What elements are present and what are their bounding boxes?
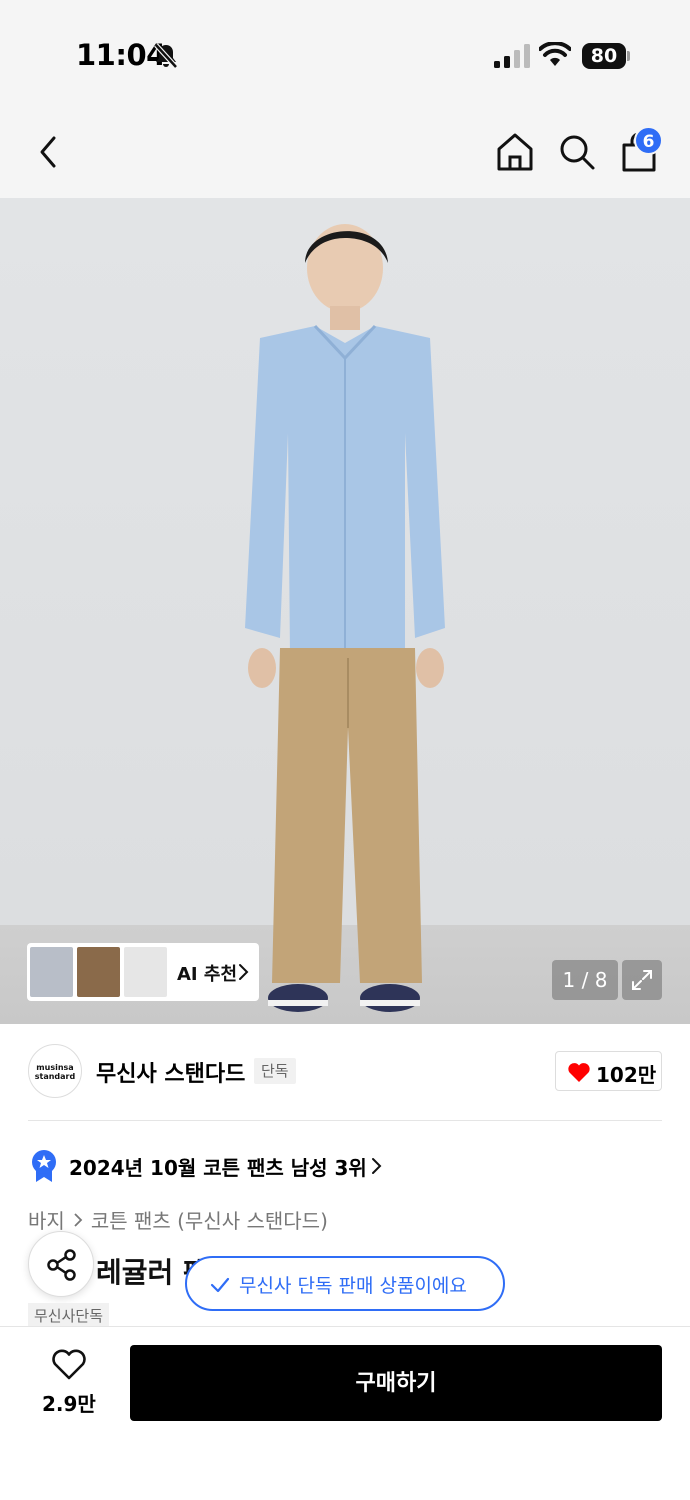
brand-exclusive-tag: 단독 — [254, 1058, 296, 1084]
ai-thumbnail-2 — [77, 947, 120, 997]
battery-tip — [627, 51, 630, 61]
wifi-icon — [539, 42, 571, 66]
ai-recommend-label: AI 추천 — [177, 964, 238, 985]
brand-name[interactable]: 무신사 스탠다드 — [96, 1056, 245, 1088]
exclusive-tag: 무신사단독 — [28, 1303, 110, 1327]
share-icon — [47, 1249, 76, 1281]
ai-recommend-chip[interactable]: AI 추천 — [27, 943, 259, 1001]
exclusive-toast: 무신사 단독 판매 상품이에요 — [185, 1256, 505, 1311]
chevron-right-icon — [74, 1213, 83, 1227]
share-button[interactable] — [28, 1231, 94, 1297]
bell-muted-icon — [154, 43, 178, 69]
back-chevron-icon[interactable] — [34, 134, 64, 170]
breadcrumb: 바지 코튼 팬츠 (무신사 스탠다드) — [28, 1205, 328, 1234]
expand-icon — [632, 970, 652, 990]
cart-count-badge: 6 — [634, 126, 663, 155]
brand-like-count: 102만 — [596, 1063, 657, 1087]
brand-logo[interactable]: musinsa standard — [28, 1044, 82, 1098]
signal-icon — [494, 44, 530, 68]
breadcrumb-subcategory[interactable]: 코튼 팬츠 (무신사 스탠다드) — [91, 1209, 328, 1233]
brand-logo-line1: musinsa — [36, 1063, 74, 1072]
battery-indicator: 80 — [582, 43, 630, 69]
ai-thumbnail-1 — [30, 947, 73, 997]
check-icon — [210, 1277, 230, 1293]
ai-thumbnail-3 — [124, 947, 167, 997]
wishlist-count: 2.9만 — [42, 1392, 96, 1416]
exclusive-toast-text: 무신사 단독 판매 상품이에요 — [239, 1275, 467, 1297]
divider — [28, 1120, 662, 1121]
breadcrumb-category[interactable]: 바지 — [28, 1209, 65, 1233]
model-photo — [245, 224, 445, 1012]
chevron-right-icon — [372, 1158, 382, 1174]
brand-like-button[interactable]: 102만 — [555, 1051, 662, 1091]
battery-level: 80 — [582, 43, 626, 69]
expand-image-button[interactable] — [622, 960, 662, 1000]
heart-outline-icon[interactable] — [51, 1349, 87, 1381]
search-icon[interactable] — [556, 130, 598, 174]
product-image[interactable] — [0, 198, 690, 1024]
heart-filled-icon — [568, 1063, 590, 1082]
nav-bar — [0, 110, 690, 198]
brand-logo-line2: standard — [34, 1072, 76, 1081]
ranking-badge-icon — [32, 1150, 56, 1182]
chevron-right-icon — [239, 964, 249, 980]
image-counter: 1 / 8 — [552, 960, 618, 1000]
status-bar: 11:04 80 — [0, 0, 690, 110]
buy-button[interactable]: 구매하기 — [130, 1345, 662, 1421]
ranking-text[interactable]: 2024년 10월 코튼 팬츠 남성 3위 — [69, 1152, 367, 1181]
home-icon[interactable] — [494, 130, 536, 174]
